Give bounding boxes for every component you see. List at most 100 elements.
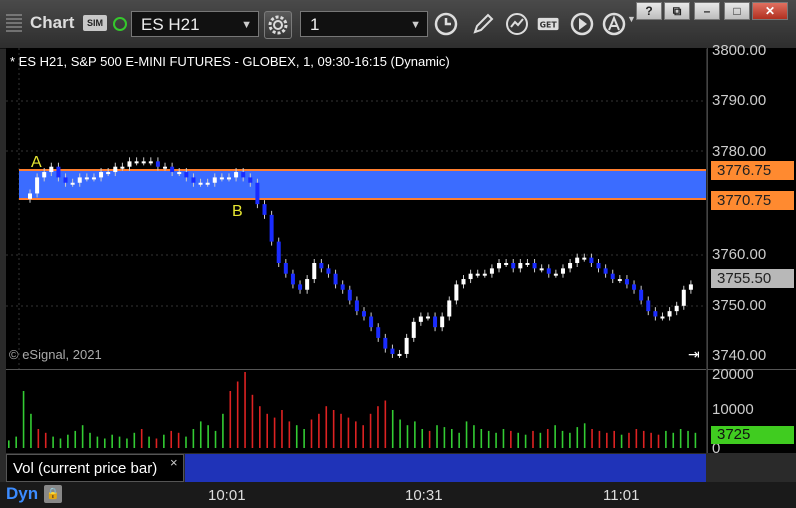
close-button[interactable]: ✕	[752, 2, 788, 20]
symbol-value: ES H21	[141, 15, 200, 34]
candle-body	[141, 161, 146, 164]
candlestick-series	[28, 157, 693, 358]
candle-body	[511, 263, 516, 269]
candle-body	[624, 279, 629, 285]
volume-bar	[140, 429, 143, 448]
candle-body	[113, 166, 118, 173]
time-tick: 10:31	[405, 487, 443, 504]
alert-icon[interactable]	[601, 11, 627, 37]
candle-body	[177, 172, 182, 175]
volume-bar	[495, 432, 497, 448]
volume-bar	[436, 425, 438, 448]
volume-bar	[332, 410, 335, 448]
candle-body	[497, 263, 502, 269]
gear-icon	[268, 15, 288, 35]
candle-body	[91, 177, 96, 180]
candle-body	[326, 268, 331, 274]
chevron-down-icon[interactable]: ▼	[241, 12, 252, 38]
candle-body	[397, 353, 402, 356]
chevron-down-icon[interactable]: ▼	[410, 12, 421, 38]
volume-bar	[399, 419, 401, 448]
study-tab-volume[interactable]: Vol (current price bar)	[6, 454, 184, 482]
candle-body	[660, 316, 665, 319]
candle-body	[390, 348, 395, 354]
help-button[interactable]: ?	[636, 2, 662, 20]
volume-bar	[672, 432, 675, 448]
candle-body	[596, 263, 601, 269]
minimize-button[interactable]: –	[694, 2, 720, 20]
candle-body	[28, 193, 32, 199]
candle-body	[489, 268, 494, 274]
close-icon[interactable]: ×	[170, 455, 178, 470]
scroll-to-end-icon[interactable]: ⇥	[688, 346, 700, 363]
interval-value: 1	[310, 15, 320, 34]
symbol-dropdown[interactable]: ES H21 ▼	[131, 11, 259, 37]
candle-body	[312, 263, 317, 280]
dynamic-mode-label[interactable]: Dyn	[6, 484, 38, 504]
volume-tick: 10000	[712, 401, 754, 418]
candle-body	[319, 263, 324, 269]
volume-bar	[657, 434, 660, 448]
volume-bar	[126, 438, 128, 448]
connection-status-icon	[113, 17, 127, 31]
candle-body	[155, 161, 160, 167]
volume-bar	[15, 436, 17, 448]
volume-bar	[391, 410, 394, 448]
volume-bar	[44, 432, 47, 448]
candle-body	[518, 263, 523, 269]
volume-bar	[74, 430, 77, 448]
candle-body	[198, 182, 203, 185]
volume-bar	[288, 421, 291, 448]
price-chart-pane[interactable]: A B * ES H21, S&P 500 E-MINI FUTURES - G…	[6, 48, 706, 369]
volume-bar	[303, 429, 305, 448]
sim-badge: SIM	[83, 15, 107, 31]
volume-bar	[620, 434, 623, 448]
play-icon[interactable]	[569, 11, 595, 37]
candle-body	[553, 273, 558, 276]
candle-body	[84, 177, 89, 180]
price-tick: 3760.00	[712, 246, 767, 263]
study-tab-bar	[185, 454, 706, 482]
zone-top-price-badge: 3776.75	[711, 161, 794, 180]
candle-body	[205, 182, 210, 185]
price-axis[interactable]: 3800.00 3790.00 3780.00 3760.00 3750.00 …	[707, 42, 796, 369]
maximize-button[interactable]: □	[724, 2, 750, 20]
candle-body	[681, 289, 686, 306]
volume-axis[interactable]: 20000 10000 0 3725	[707, 366, 796, 457]
clock-icon[interactable]	[433, 11, 459, 37]
volume-bar	[52, 436, 54, 448]
time-axis[interactable]	[0, 482, 796, 508]
study-icon[interactable]	[504, 11, 530, 37]
volume-bar	[273, 417, 276, 448]
restore-button[interactable]: ⧉	[664, 2, 690, 20]
get-icon[interactable]: GET	[536, 11, 562, 37]
price-tick: 3750.00	[712, 297, 767, 314]
volume-bar	[355, 421, 357, 448]
candle-body	[482, 273, 487, 276]
candle-body	[347, 289, 352, 301]
candle-body	[170, 166, 175, 173]
settings-button[interactable]	[264, 11, 292, 39]
candle-body	[468, 273, 473, 280]
pencil-icon[interactable]	[470, 11, 496, 37]
volume-bar	[532, 430, 534, 448]
volume-bar	[163, 434, 165, 448]
volume-bar	[524, 434, 527, 448]
volume-pane[interactable]	[6, 369, 706, 453]
volume-bar	[510, 430, 512, 448]
interval-dropdown[interactable]: 1 ▼	[300, 11, 428, 37]
more-arrow-icon[interactable]: ▼	[627, 14, 636, 24]
volume-bar	[155, 438, 158, 448]
volume-bar	[59, 438, 62, 448]
price-tick: 3780.00	[712, 143, 767, 160]
candle-body	[226, 177, 231, 180]
volume-bar	[502, 429, 505, 448]
volume-bar	[598, 430, 601, 448]
volume-bar	[89, 432, 91, 448]
volume-bar	[458, 432, 460, 448]
candle-body	[340, 284, 345, 290]
drag-grip[interactable]	[6, 14, 22, 32]
lock-icon[interactable]: 🔒	[44, 485, 62, 503]
svg-text:GET: GET	[540, 20, 558, 29]
volume-bar	[148, 436, 150, 448]
